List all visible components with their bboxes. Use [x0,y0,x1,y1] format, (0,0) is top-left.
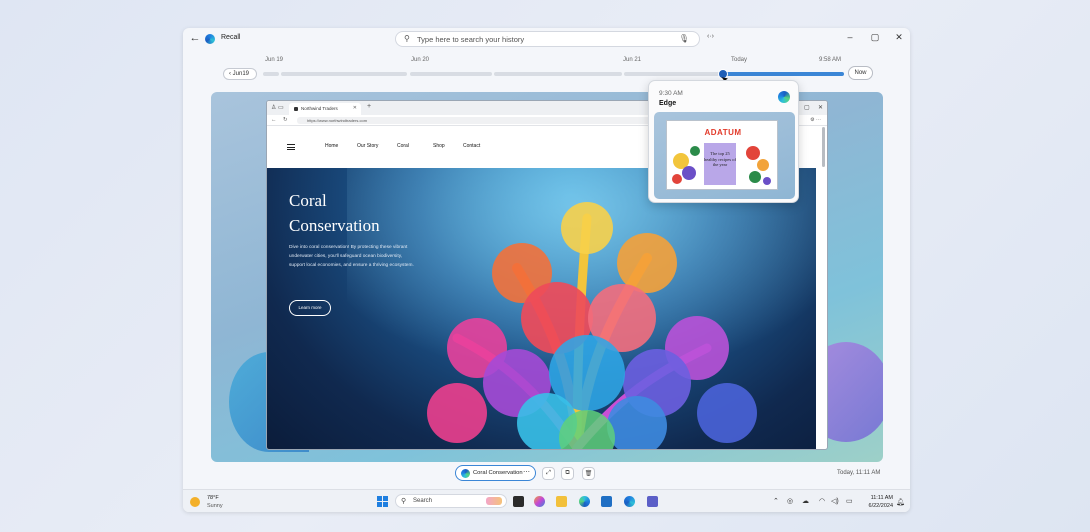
popup-app-name: Edge [659,100,677,107]
taskbar: 78°F Sunny ⚲ Search ⌃ ◎ ☁ ◠ ◁) ▭ 11:11 A… [183,489,910,512]
search-box[interactable]: ⚲ 🎙︎ [395,31,700,47]
more-options-icon[interactable]: ⋯ [523,468,530,476]
thumbnail-recipe-card: The top 25 healthy recipes of the year [704,143,736,185]
timeline-segment[interactable] [624,72,720,76]
snapshot-app-chip[interactable]: Coral Conservation ⋯ [455,465,536,481]
recall-window: ← Recall ⚲ 🎙︎ ‹·› – ▢ ✕ Jun 19 Jun 20 Ju… [183,28,910,512]
windows-start-icon[interactable] [377,496,388,507]
snapshot-timestamp: Today, 11:11 AM [837,470,881,476]
task-view-icon[interactable] [513,496,524,507]
hero-section: Coral Conservation Dive into coral conse… [267,168,816,449]
timeline-label: 9:58 AM [819,57,842,63]
weather-temperature: 78°F [207,495,219,501]
nav-link-home[interactable]: Home [325,143,338,149]
delete-icon[interactable]: 🗑︎ [582,467,595,480]
snapshot-app-chip-label: Coral Conservation [473,470,523,476]
search-input[interactable] [417,33,667,45]
now-button[interactable]: Now [848,66,873,80]
browser-tab-title: Northwind Traders [301,106,338,111]
bell-icon[interactable]: 🔔︎ [896,498,905,506]
timeline-segment[interactable] [263,72,279,76]
close-icon[interactable]: ✕ [818,104,823,111]
scrollbar[interactable] [822,127,825,167]
timeline-hover-card[interactable]: 9:30 AM Edge ADATUM The top 25 healthy r… [648,80,799,203]
chevron-up-icon[interactable]: ⌃ [773,497,779,505]
open-snapshot-icon[interactable]: ⤢ [542,467,555,480]
hero-body-text: Dive into coral conservation! By protect… [289,245,414,268]
cloud-icon[interactable]: ☁ [802,497,809,505]
weather-condition: Sunny [207,503,223,509]
refresh-icon[interactable]: ↻ [283,117,288,123]
nav-link-shop[interactable]: Shop [433,143,445,149]
nav-link-coral[interactable]: Coral [397,143,409,149]
clock-date[interactable]: 6/22/2024 [863,503,893,509]
hero-title-line: Conservation [289,216,380,235]
browser-menu-icon[interactable]: ⚙ ⋯ [810,117,821,123]
edge-tray-icon[interactable]: ◎ [787,497,793,505]
recall-logo-icon [205,34,215,44]
hamburger-menu-icon[interactable] [287,144,295,150]
maximize-icon[interactable]: ▢ [868,32,882,43]
volume-icon[interactable]: ◁) [831,497,839,505]
edge-icon[interactable] [579,496,590,507]
clock-time[interactable]: 11:11 AM [863,495,893,501]
recall-logo-icon[interactable] [624,496,635,507]
timeline-label: Today [731,57,748,63]
nav-link-contact[interactable]: Contact [463,143,480,149]
tab-close-icon[interactable]: ✕ [353,105,357,111]
timeline-label: Jun 19 [265,57,284,63]
battery-icon[interactable]: ▭ [846,497,853,505]
timeline-segment[interactable] [494,72,622,76]
search-icon: ⚲ [401,498,407,505]
mic-icon[interactable]: 🎙︎ [679,34,689,43]
app-title: Recall [221,34,241,41]
code-icon[interactable]: ‹·› [707,33,714,40]
browser-tab[interactable]: Northwind Traders ✕ [289,103,361,115]
edge-icon [778,91,790,103]
timeline-label: Jun 21 [623,57,642,63]
close-icon[interactable]: ✕ [892,32,906,43]
taskbar-search[interactable]: ⚲ Search [395,494,507,508]
file-explorer-icon[interactable] [556,496,567,507]
teams-icon[interactable] [647,496,658,507]
hero-title-line: Coral [289,191,327,210]
edge-icon [461,469,470,478]
timeline-segment-today[interactable] [723,72,844,76]
hero-title: Coral Conservation [289,188,429,238]
popup-thumbnail[interactable]: ADATUM The top 25 healthy recipes of the… [654,112,795,199]
timeline-label: Jun 20 [411,57,430,63]
taskbar-search-label: Search [413,498,433,504]
copy-icon[interactable]: ⧉ [561,467,574,480]
weather-icon[interactable] [190,497,200,507]
favicon-icon [294,107,298,111]
thumbnail-window: ADATUM The top 25 healthy recipes of the… [666,120,778,190]
profile-icon: ♙ ▭ [271,105,284,111]
title-bar: ← Recall ⚲ 🎙︎ ‹·› – ▢ ✕ [183,28,910,50]
date-picker-button[interactable]: ‹ Jun19 [223,68,257,80]
maximize-icon[interactable]: ▢ [804,104,810,111]
popup-time: 9:30 AM [659,90,683,97]
new-tab-icon[interactable]: + [367,103,371,110]
store-icon[interactable] [601,496,612,507]
minimize-icon[interactable]: – [843,32,857,42]
search-highlight-icon [486,497,502,505]
learn-more-button[interactable]: Learn more [289,300,331,316]
timeline-segment[interactable] [281,72,407,76]
back-arrow-icon[interactable]: ← [189,32,201,44]
copilot-icon[interactable] [534,496,545,507]
search-icon: ⚲ [404,34,410,43]
back-icon[interactable]: ← [271,117,277,123]
nav-link-our-story[interactable]: Our Story [357,143,378,149]
timeline-segment[interactable] [410,72,492,76]
date-picker-label: Jun19 [232,71,250,77]
wifi-icon[interactable]: ◠ [819,497,825,505]
